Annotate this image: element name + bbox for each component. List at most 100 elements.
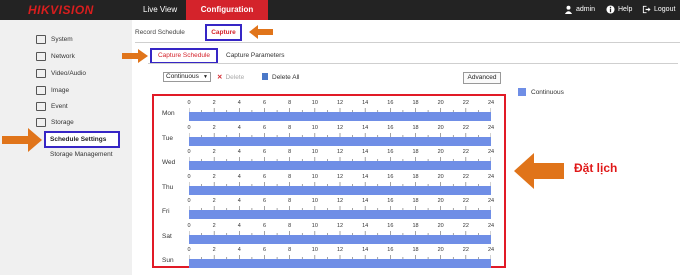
day-label: Mon xyxy=(162,110,175,117)
hour-tick-label: 24 xyxy=(487,124,495,131)
hour-tick-label: 18 xyxy=(412,173,419,180)
schedule-grid: Mon 0 2 4 6 8 10 12 14 16 18 20 22 24 Tue 0 2 4 6 8 10 12 14 16… xyxy=(152,94,506,268)
delete-button[interactable]: ✕ Delete xyxy=(217,73,244,81)
hour-tick-label: 2 xyxy=(212,222,216,229)
schedule-bar[interactable] xyxy=(189,185,491,195)
sidebar-item-label: System xyxy=(51,35,73,43)
schedule-bar[interactable] xyxy=(189,161,491,170)
hour-tick-label: 14 xyxy=(362,124,369,131)
hour-tick-label: 16 xyxy=(387,100,394,106)
schedule-bar[interactable] xyxy=(189,136,491,146)
hour-tick-label: 2 xyxy=(212,124,216,131)
tab-capture[interactable]: Capture xyxy=(205,24,242,41)
schedule-row: Mon 0 2 4 6 8 10 12 14 16 18 20 22 24 xyxy=(154,100,504,124)
hour-tick-label: 14 xyxy=(362,247,369,253)
hour-tick-label: 0 xyxy=(187,222,191,229)
hour-tick-label: 16 xyxy=(387,247,394,253)
hour-tick-label: 6 xyxy=(262,124,267,131)
hour-tick-label: 24 xyxy=(487,173,495,180)
arrow-left-icon xyxy=(249,25,273,39)
hour-tick-label: 2 xyxy=(212,198,216,204)
hour-tick-label: 14 xyxy=(362,100,369,106)
sidebar-item-network[interactable]: Network xyxy=(36,50,75,62)
sidebar-item-storage[interactable]: Storage xyxy=(36,116,74,128)
schedule-bar[interactable] xyxy=(189,210,491,219)
hour-tick-label: 10 xyxy=(311,222,318,229)
advanced-button[interactable]: Advanced xyxy=(463,72,501,84)
sidebar-item-schedule-settings[interactable]: Schedule Settings xyxy=(44,131,120,148)
schedule-row: Wed 0 2 4 6 8 10 12 14 16 18 20 22 24 xyxy=(154,149,504,173)
hour-tick-label: 4 xyxy=(237,124,241,131)
hour-tick-label: 22 xyxy=(462,198,469,204)
hour-tick-label: 18 xyxy=(412,247,419,253)
hour-tick-label: 0 xyxy=(187,124,191,131)
hour-tick-label: 12 xyxy=(336,124,344,131)
hour-tick-label: 0 xyxy=(187,247,191,253)
schedule-type-value: Continuous xyxy=(166,73,199,80)
day-label: Sun xyxy=(162,257,174,264)
hour-tick-label: 20 xyxy=(437,198,444,204)
hour-tick-label: 0 xyxy=(187,149,191,155)
legend-label: Continuous xyxy=(531,88,564,96)
hour-tick-label: 10 xyxy=(311,247,318,253)
top-bar: HIKVISION Live View Configuration admin … xyxy=(0,0,680,20)
day-label: Sat xyxy=(162,232,172,240)
tab-capture-schedule[interactable]: Capture Schedule xyxy=(150,48,218,64)
schedule-bar[interactable] xyxy=(189,112,491,121)
schedule-bar[interactable] xyxy=(189,234,491,244)
hour-tick-label: 6 xyxy=(262,222,267,229)
tab-capture-parameters[interactable]: Capture Parameters xyxy=(226,52,285,59)
hour-tick-label: 8 xyxy=(288,198,292,204)
hour-tick-label: 8 xyxy=(288,149,292,155)
user-menu[interactable]: admin xyxy=(564,0,595,20)
hour-tick-label: 20 xyxy=(437,149,444,155)
sidebar-item-label: Network xyxy=(51,52,75,60)
sidebar-item-system[interactable]: System xyxy=(36,33,73,45)
schedule-row: Fri 0 2 4 6 8 10 12 14 16 18 20 22 24 xyxy=(154,198,504,222)
sidebar-item-image[interactable]: Image xyxy=(36,84,69,96)
tab-record-schedule[interactable]: Record Schedule xyxy=(135,29,195,36)
hour-tick-label: 12 xyxy=(336,149,344,155)
hour-tick-label: 4 xyxy=(237,198,241,204)
hour-tick-label: 8 xyxy=(288,173,292,180)
delete-all-button[interactable]: Delete All xyxy=(262,73,299,81)
hour-tick-label: 16 xyxy=(387,173,394,180)
hour-tick-label: 4 xyxy=(237,173,241,180)
day-label: Tue xyxy=(162,134,173,142)
schedule-bar[interactable] xyxy=(189,259,491,268)
hour-tick-label: 6 xyxy=(262,247,267,253)
hour-tick-label: 22 xyxy=(462,247,469,253)
sidebar-item-storage-management[interactable]: Storage Management xyxy=(50,151,113,158)
help-link[interactable]: Help xyxy=(606,0,632,20)
hour-tick-label: 8 xyxy=(288,222,292,229)
hour-tick-label: 20 xyxy=(437,100,444,106)
nav-configuration[interactable]: Configuration xyxy=(186,0,268,20)
hour-tick-label: 22 xyxy=(462,149,469,155)
sidebar-item-event[interactable]: Event xyxy=(36,100,68,112)
monitor-icon xyxy=(36,34,46,44)
delete-label: Delete xyxy=(225,74,245,81)
logout-link[interactable]: Logout xyxy=(642,0,675,20)
hour-tick-label: 18 xyxy=(412,222,419,229)
hour-tick-label: 14 xyxy=(362,173,369,180)
hour-tick-label: 4 xyxy=(237,149,241,155)
schedule-type-select[interactable]: Continuous ▼ xyxy=(163,72,211,82)
arrow-left-icon xyxy=(514,153,564,189)
legend-swatch xyxy=(518,88,526,96)
sidebar-item-label: Storage xyxy=(51,118,74,126)
hour-tick-label: 8 xyxy=(288,247,292,253)
video-icon xyxy=(36,68,46,78)
network-icon xyxy=(36,51,46,61)
nav-live-view[interactable]: Live View xyxy=(143,0,177,20)
day-label: Fri xyxy=(162,208,170,215)
delete-x-icon: ✕ xyxy=(217,74,223,81)
annotation-text: Đặt lịch xyxy=(574,161,618,175)
hour-tick-label: 0 xyxy=(187,100,191,106)
arrow-right-icon xyxy=(122,49,148,63)
hour-tick-label: 14 xyxy=(362,149,369,155)
hour-tick-label: 0 xyxy=(187,198,191,204)
hour-tick-label: 18 xyxy=(412,100,419,106)
sidebar-item-video-audio[interactable]: Video/Audio xyxy=(36,67,86,79)
hour-tick-label: 10 xyxy=(311,124,318,131)
hour-tick-label: 16 xyxy=(387,222,394,229)
